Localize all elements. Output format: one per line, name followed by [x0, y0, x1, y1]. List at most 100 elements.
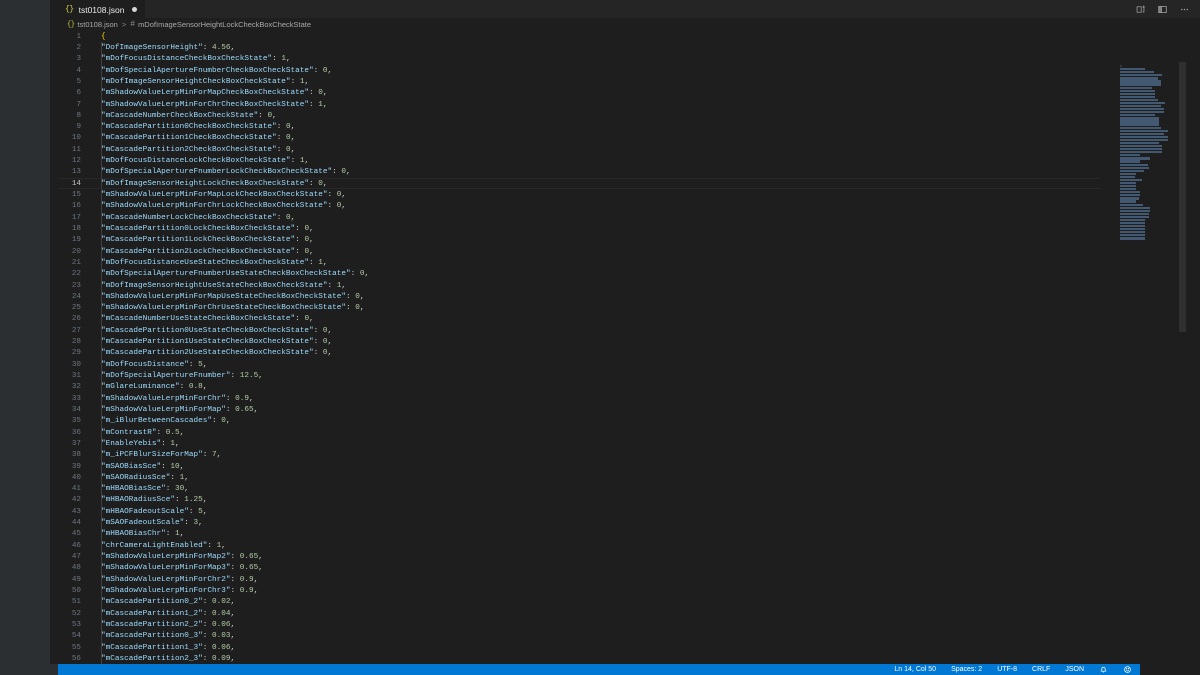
- minimap-line: [1120, 71, 1155, 74]
- code-line[interactable]: 23 "mDofImageSensorHeightUseStateCheckBox…: [58, 279, 1100, 292]
- code-line[interactable]: 30 "mDofFocusDistance": 5,: [58, 359, 1100, 371]
- code-line[interactable]: 41 "mHBAOBiasSce": 30,: [58, 483, 1100, 495]
- minimap-line: [1120, 160, 1140, 163]
- code-line[interactable]: 47 "mShadowValueLerpMinForMap2": 0.65,: [58, 551, 1100, 563]
- breadcrumb-symbol[interactable]: # mDofImageSensorHeightLockCheckBoxCheck…: [130, 20, 311, 29]
- code-line[interactable]: 13 "mDofSpecialApertureFnumberLockCheckBo…: [58, 166, 1100, 179]
- line-number: 23: [71, 281, 81, 290]
- code-line[interactable]: 46 "chrCameraLightEnabled": 1,: [58, 540, 1100, 552]
- indent-guide: [101, 426, 102, 439]
- status-encoding[interactable]: UTF-8: [997, 666, 1017, 673]
- code-line[interactable]: 21 "mDofFocusDistanceUseStateCheckBoxChec…: [58, 257, 1100, 269]
- minimap-line: [1120, 68, 1145, 71]
- code-line[interactable]: 27 "mCascadePartition0UseStateCheckBoxChe…: [58, 325, 1100, 337]
- code-line[interactable]: 14 "mDofImageSensorHeightLockCheckBoxChec…: [58, 178, 1100, 190]
- code-line[interactable]: 39 "mSAOBiasSce": 10,: [58, 460, 1100, 473]
- code-line[interactable]: 10 "mCascadePartition1CheckBoxCheckState"…: [58, 132, 1100, 145]
- line-number: 19: [71, 236, 81, 245]
- more-actions-icon[interactable]: [1179, 4, 1190, 15]
- code-line[interactable]: 43 "mHBAOFadeoutScale": 5,: [58, 506, 1100, 518]
- code-line[interactable]: 44 "mSAOFadeoutScale": 3,: [58, 517, 1100, 529]
- indent-guide: [101, 200, 102, 212]
- code-editor[interactable]: 1{2 "DofImageSensorHeight": 4.56, 3 "mDofFo…: [58, 31, 1200, 665]
- code-line[interactable]: 28 "mCascadePartition1UseStateCheckBoxChe…: [58, 336, 1100, 348]
- code-line[interactable]: 16 "mShadowValueLerpMinForChrLockCheckBox…: [58, 200, 1100, 212]
- toggle-panel-icon[interactable]: [1157, 4, 1168, 15]
- line-number: 55: [71, 643, 81, 652]
- code-line[interactable]: 42 "mHBAORadiusSce": 1.25,: [58, 494, 1100, 507]
- code-lines[interactable]: 1{2 "DofImageSensorHeight": 4.56, 3 "mDofFo…: [58, 31, 1100, 665]
- code-line[interactable]: 24 "mShadowValueLerpMinForMapUseStateChec…: [58, 291, 1100, 303]
- line-number: 32: [71, 383, 81, 392]
- unsaved-indicator-icon[interactable]: [132, 7, 138, 12]
- code-line[interactable]: 49 "mShadowValueLerpMinForChr2": 0.9,: [58, 574, 1100, 586]
- minimap-line: [1120, 86, 1152, 89]
- code-line[interactable]: 36 "mContrastR": 0.5,: [58, 426, 1100, 439]
- code-line[interactable]: 32 "mGlareLuminance": 0.8,: [58, 381, 1100, 393]
- line-content: "mSAOBiasSce": 10,: [101, 462, 185, 471]
- code-line[interactable]: 35 "m_iBlurBetweenCascades": 0,: [58, 415, 1100, 427]
- code-line[interactable]: 12 "mDofFocusDistanceLockCheckBoxCheckSta…: [58, 155, 1100, 167]
- status-language-mode[interactable]: JSON: [1065, 666, 1084, 673]
- indent-guide: [101, 257, 102, 269]
- bell-icon[interactable]: [1099, 665, 1108, 674]
- code-line[interactable]: 45 "mHBAOBiasChr": 1,: [58, 528, 1100, 541]
- code-line[interactable]: 38 "m_iPCFBlurSizeForMap": 7,: [58, 449, 1100, 461]
- code-line[interactable]: 7 "mShadowValueLerpMinForChrCheckBoxCheck…: [58, 98, 1100, 111]
- line-number: 52: [71, 609, 81, 618]
- editor-tab-tst0108-json[interactable]: {} tst0108.json: [58, 0, 146, 18]
- code-line[interactable]: 31 "mDofSpecialApertureFnumber": 12.5,: [58, 370, 1100, 382]
- activity-bar[interactable]: [0, 0, 50, 675]
- code-line[interactable]: 1{: [58, 31, 1100, 42]
- code-line[interactable]: 29 "mCascadePartition2UseStateCheckBoxChe…: [58, 347, 1100, 360]
- code-line[interactable]: 40 "mSAORadiusSce": 1,: [58, 472, 1100, 484]
- code-line[interactable]: 3 "mDofFocusDistanceCheckBoxCheckState": …: [58, 53, 1100, 65]
- editor-scrollbar[interactable]: [1188, 62, 1200, 655]
- code-line[interactable]: 53 "mCascadePartition2_2": 0.06,: [58, 619, 1100, 631]
- code-line[interactable]: 9 "mCascadePartition0CheckBoxCheckState":…: [58, 121, 1100, 133]
- code-line[interactable]: 6 "mShadowValueLerpMinForMapCheckBoxCheck…: [58, 87, 1100, 99]
- code-line[interactable]: 26 "mCascadeNumberUseStateCheckBoxCheckSt…: [58, 313, 1100, 326]
- line-number: 37: [71, 439, 81, 448]
- line-content: "mCascadePartition1UseStateCheckBoxCheck…: [101, 338, 333, 347]
- code-line[interactable]: 19 "mCascadePartition1LockCheckBoxCheckSt…: [58, 234, 1100, 246]
- code-line[interactable]: 25 "mShadowValueLerpMinForChrUseStateChec…: [58, 302, 1100, 314]
- indent-guide: [101, 53, 102, 65]
- line-number: 26: [71, 315, 81, 324]
- indent-guide: [101, 110, 102, 122]
- code-line[interactable]: 20 "mCascadePartition2LockCheckBoxCheckSt…: [58, 245, 1100, 258]
- code-line[interactable]: 8 "mCascadeNumberCheckBoxCheckState": 0,: [58, 110, 1100, 122]
- code-line[interactable]: 50 "mShadowValueLerpMinForChr3": 0.9,: [58, 585, 1100, 597]
- code-line[interactable]: 54 "mCascadePartition0_3": 0.03,: [58, 630, 1100, 642]
- code-line[interactable]: 55 "mCascadePartition1_3": 0.06,: [58, 641, 1100, 654]
- line-content: "mHBAOFadeoutScale": 5,: [101, 507, 208, 516]
- vscode-window: {} tst0108.json {} tst0108.json > # mDof…: [0, 0, 1200, 675]
- code-line[interactable]: 4 "mDofSpecialApertureFnumberCheckBoxChec…: [58, 64, 1100, 77]
- code-line[interactable]: 51 "mCascadePartition0_2": 0.02,: [58, 596, 1100, 608]
- code-line[interactable]: 52 "mCascadePartition1_2": 0.04,: [58, 607, 1100, 620]
- breadcrumb-file[interactable]: {} tst0108.json: [67, 20, 118, 29]
- minimap-line: [1120, 111, 1165, 114]
- line-number: 5: [76, 77, 81, 86]
- indent-guide: [101, 472, 102, 484]
- smiley-icon[interactable]: [1123, 665, 1132, 674]
- status-cursor-position[interactable]: Ln 14, Col 50: [894, 666, 936, 673]
- code-line[interactable]: 37 "EnableYebis": 1,: [58, 438, 1100, 450]
- code-line[interactable]: 34 "mShadowValueLerpMinForMap": 0.65,: [58, 404, 1100, 416]
- status-indentation[interactable]: Spaces: 2: [951, 666, 982, 673]
- code-line[interactable]: 33 "mShadowValueLerpMinForChr": 0.9,: [58, 393, 1100, 405]
- code-line[interactable]: 5 "mDofImageSensorHeightCheckBoxCheckStat…: [58, 76, 1100, 88]
- line-number: 33: [71, 394, 81, 403]
- code-line[interactable]: 11 "mCascadePartition2CheckBoxCheckState"…: [58, 144, 1100, 156]
- code-line[interactable]: 17 "mCascadeNumberLockCheckBoxCheckState"…: [58, 212, 1100, 224]
- code-line[interactable]: 2 "DofImageSensorHeight": 4.56,: [58, 42, 1100, 54]
- code-line[interactable]: 15 "mShadowValueLerpMinForMapLockCheckBox…: [58, 189, 1100, 201]
- code-line[interactable]: 56 "mCascadePartition2_3": 0.09,: [58, 653, 1100, 665]
- code-line[interactable]: 18 "mCascadePartition0LockCheckBoxCheckSt…: [58, 223, 1100, 235]
- minimap[interactable]: [1116, 62, 1188, 655]
- code-line[interactable]: 22 "mDofSpecialApertureFnumberUseStateChe…: [58, 268, 1100, 280]
- code-line[interactable]: 48 "mShadowValueLerpMinForMap3": 0.65,: [58, 562, 1100, 574]
- minimap-slider[interactable]: [1179, 62, 1186, 332]
- status-eol[interactable]: CRLF: [1032, 666, 1050, 673]
- split-editor-icon[interactable]: [1135, 4, 1146, 15]
